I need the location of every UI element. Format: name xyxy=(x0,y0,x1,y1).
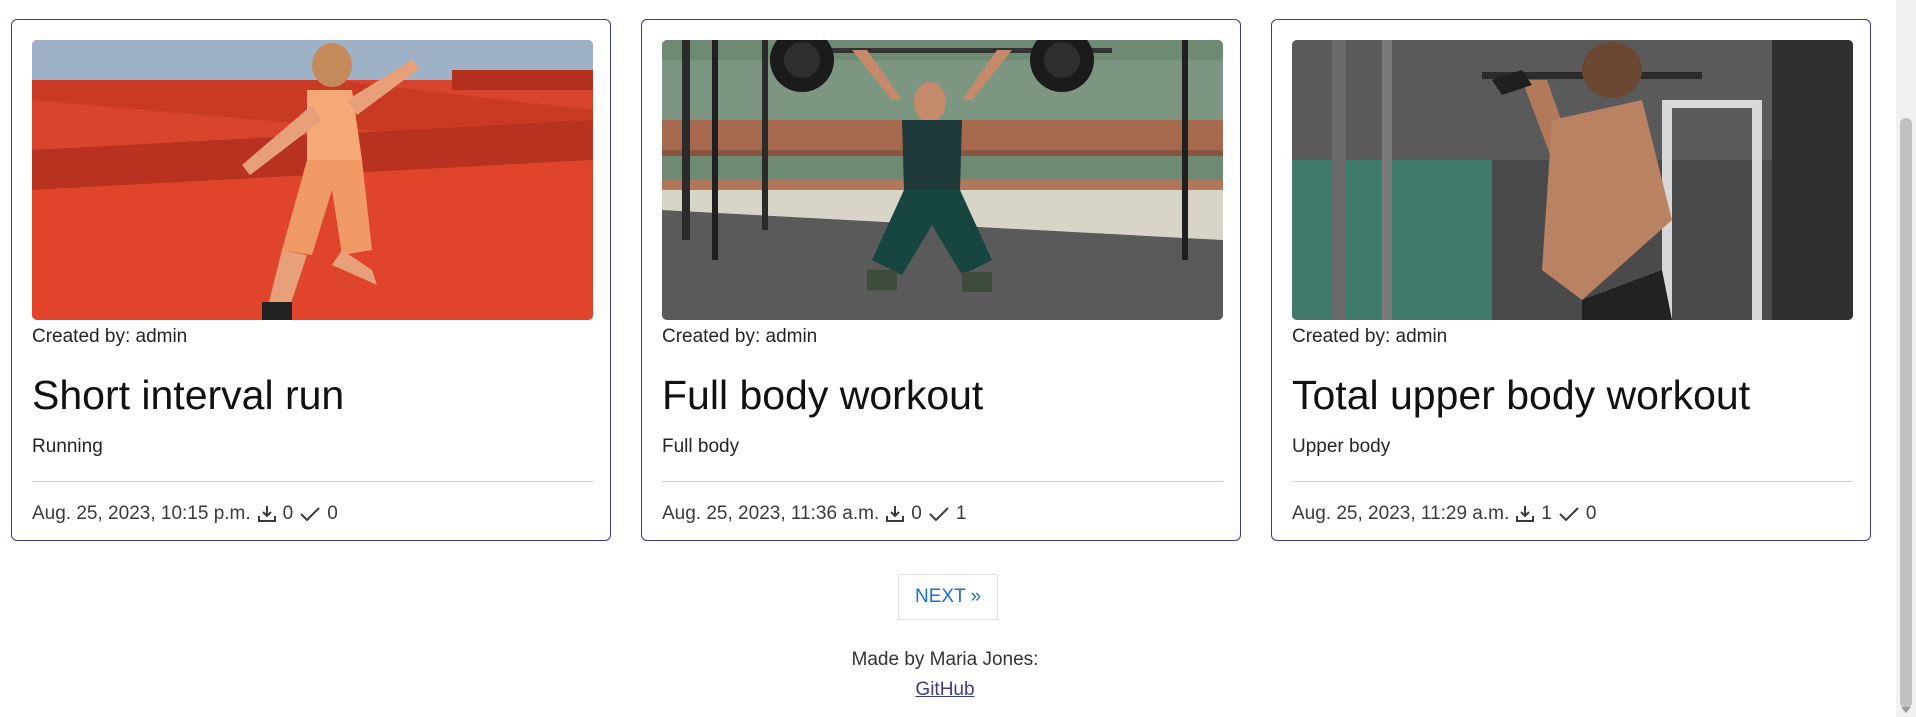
download-icon xyxy=(886,506,905,522)
footer: Made by Maria Jones: GitHub xyxy=(0,645,1890,705)
download-icon xyxy=(257,506,276,522)
completed-count: 1 xyxy=(955,503,967,524)
vertical-scrollbar[interactable] xyxy=(1896,0,1916,717)
page: Created by: admin Short interval run Run… xyxy=(0,0,1916,717)
check-icon xyxy=(929,507,949,522)
pagination: NEXT » xyxy=(898,574,999,620)
workout-title[interactable]: Short interval run xyxy=(32,371,590,419)
card-divider xyxy=(662,481,1223,482)
github-link[interactable]: GitHub xyxy=(915,679,974,700)
card-meta: Aug. 25, 2023, 11:29 a.m. 1 0 xyxy=(1292,503,1850,525)
download-icon xyxy=(1516,506,1535,522)
scrollbar-thumb[interactable] xyxy=(1900,118,1912,708)
scroll-down-arrow-icon[interactable] xyxy=(1901,707,1911,713)
next-page-button[interactable]: NEXT » xyxy=(898,574,999,620)
created-by-label: Created by: admin xyxy=(1292,326,1448,347)
created-by-label: Created by: admin xyxy=(32,326,188,347)
card-divider xyxy=(1292,481,1853,482)
workout-category: Full body xyxy=(662,436,740,457)
check-icon xyxy=(1559,507,1579,522)
workout-date: Aug. 25, 2023, 11:36 a.m. xyxy=(662,503,880,524)
workout-card[interactable]: Created by: admin Short interval run Run… xyxy=(11,19,611,541)
workout-card[interactable]: Created by: admin Total upper body worko… xyxy=(1271,19,1871,541)
created-by-label: Created by: admin xyxy=(662,326,818,347)
workout-category: Running xyxy=(32,436,103,457)
workout-title[interactable]: Full body workout xyxy=(662,371,1220,419)
workout-image-running[interactable] xyxy=(32,40,593,320)
download-count: 0 xyxy=(282,503,294,524)
workout-image-full-body[interactable] xyxy=(662,40,1223,320)
workout-card-list: Created by: admin Short interval run Run… xyxy=(11,19,1871,541)
download-count: 1 xyxy=(1541,503,1552,524)
workout-date: Aug. 25, 2023, 10:15 p.m. xyxy=(32,503,251,524)
workout-title[interactable]: Total upper body workout xyxy=(1292,371,1850,419)
completed-count: 0 xyxy=(327,503,338,524)
card-meta: Aug. 25, 2023, 10:15 p.m. 0 0 xyxy=(32,503,590,525)
download-count: 0 xyxy=(911,503,922,524)
footer-credit: Made by Maria Jones: xyxy=(851,649,1039,670)
card-divider xyxy=(32,481,593,482)
workout-card[interactable]: Created by: admin Full body workout Full… xyxy=(641,19,1241,541)
workout-date: Aug. 25, 2023, 11:29 a.m. xyxy=(1292,503,1510,524)
workout-category: Upper body xyxy=(1292,436,1391,457)
card-meta: Aug. 25, 2023, 11:36 a.m. 0 1 xyxy=(662,503,1220,525)
check-icon xyxy=(300,507,320,522)
completed-count: 0 xyxy=(1585,503,1597,524)
workout-image-upper-body[interactable] xyxy=(1292,40,1853,320)
